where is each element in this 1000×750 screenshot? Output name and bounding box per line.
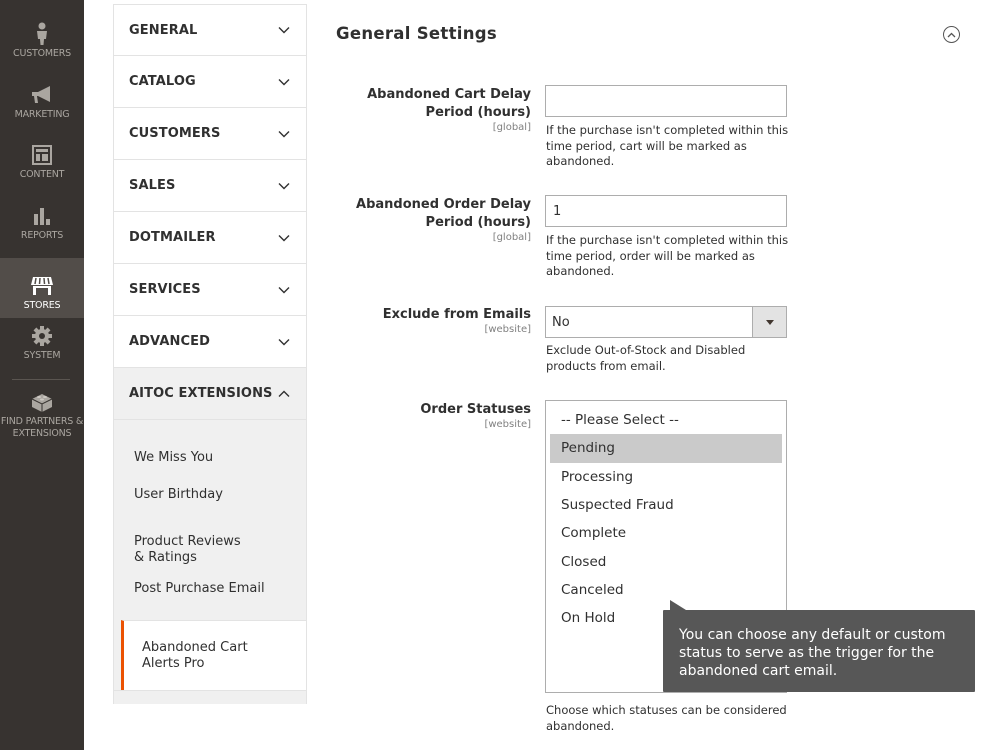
nav-item-find-partners[interactable]: Find Partners & Extensions: [0, 384, 84, 442]
order-delay-note: If the purchase isn't completed within t…: [546, 233, 789, 278]
chevron-down-icon: [278, 338, 290, 345]
chevron-down-icon: [278, 78, 290, 85]
layout-icon: [30, 143, 54, 167]
section-label: SERVICES: [129, 282, 201, 297]
status-option[interactable]: Complete: [550, 519, 782, 547]
config-nav-continuation: [113, 690, 307, 704]
tooltip-pointer: [670, 600, 686, 610]
nav-label: System: [23, 350, 61, 361]
nav-label: Reports: [20, 230, 64, 241]
dropdown-arrow-icon[interactable]: [752, 307, 786, 337]
config-section-dotmailer[interactable]: DOTMAILER: [113, 212, 307, 264]
collapse-section-button[interactable]: [943, 26, 960, 43]
status-option[interactable]: -- Please Select --: [550, 406, 782, 434]
status-option[interactable]: Processing: [550, 463, 782, 491]
cart-delay-input[interactable]: [545, 85, 787, 117]
field-label-text: Abandoned Cart Delay Period (hours): [367, 87, 531, 120]
section-title: General Settings: [336, 24, 498, 43]
config-section-sales[interactable]: SALES: [113, 160, 307, 212]
nav-label: Customers: [13, 48, 71, 59]
nav-label: Find Partners & Extensions: [0, 416, 84, 439]
subitem-abandoned-cart-alerts-pro[interactable]: Abandoned Cart Alerts Pro: [121, 620, 306, 690]
chevron-down-icon: [278, 234, 290, 241]
section-label: CATALOG: [129, 74, 196, 89]
config-section-advanced[interactable]: ADVANCED: [113, 316, 307, 368]
subitem-user-birthday[interactable]: User Birthday: [114, 476, 306, 514]
field-label-text: Order Statuses: [420, 402, 531, 417]
subitem-post-purchase-email[interactable]: Post Purchase Email: [114, 570, 306, 608]
section-label: DOTMAILER: [129, 230, 216, 245]
chevron-up-icon: [947, 32, 956, 37]
section-label: ADVANCED: [129, 334, 210, 349]
status-option-selected[interactable]: Pending: [550, 434, 782, 463]
lego-brick-icon: [30, 390, 54, 414]
order-delay-label: Abandoned Order Delay Period (hours) [gl…: [351, 196, 531, 244]
subitem-label: Abandoned Cart Alerts Pro: [142, 639, 248, 671]
nav-item-reports[interactable]: Reports: [0, 188, 84, 248]
nav-item-content[interactable]: Content: [0, 127, 84, 187]
select-value: No: [552, 314, 570, 330]
section-label: SALES: [129, 178, 176, 193]
config-sections-nav: GENERAL CATALOG CUSTOMERS SALES DOTMAILE…: [113, 4, 307, 704]
scope-label: [website]: [484, 419, 531, 430]
config-section-services[interactable]: SERVICES: [113, 264, 307, 316]
config-section-customers[interactable]: CUSTOMERS: [113, 108, 307, 160]
cart-delay-note: If the purchase isn't completed within t…: [546, 123, 789, 168]
section-label: CUSTOMERS: [129, 126, 221, 141]
scope-label: [website]: [484, 324, 531, 335]
chevron-up-icon: [278, 390, 290, 397]
order-statuses-note: Choose which statuses can be considered …: [546, 703, 787, 733]
nav-divider: [12, 379, 70, 380]
order-delay-input[interactable]: 1: [545, 195, 787, 227]
nav-label: Marketing: [14, 109, 70, 120]
chevron-down-icon: [278, 286, 290, 293]
gear-icon: [30, 324, 54, 348]
exclude-emails-select[interactable]: No: [545, 306, 787, 338]
subitem-label: We Miss You: [134, 450, 214, 465]
section-label: AITOC EXTENSIONS: [129, 386, 273, 401]
subitem-label: User Birthday: [134, 487, 223, 502]
aitoc-extensions-submenu: We Miss You User Birthday Product Review…: [113, 420, 307, 690]
scope-label: [global]: [492, 122, 531, 133]
status-option[interactable]: Closed: [550, 547, 782, 575]
nav-label: Content: [19, 169, 65, 180]
subitem-label: Post Purchase Email: [134, 581, 265, 596]
nav-item-marketing[interactable]: Marketing: [0, 67, 84, 127]
order-statuses-label: Order Statuses [website]: [321, 401, 531, 431]
status-option[interactable]: Suspected Fraud: [550, 491, 782, 519]
admin-sidebar: Customers Marketing Content Reports Stor…: [0, 0, 84, 750]
nav-item-system[interactable]: System: [0, 308, 84, 368]
status-option[interactable]: Canceled: [550, 576, 782, 604]
field-label-text: Abandoned Order Delay Period (hours): [356, 197, 531, 230]
exclude-emails-label: Exclude from Emails [website]: [321, 306, 531, 336]
customer-icon: [30, 22, 54, 46]
chevron-down-icon: [278, 182, 290, 189]
config-section-general[interactable]: GENERAL: [113, 4, 307, 56]
chevron-down-icon: [278, 130, 290, 137]
subitem-label: Product Reviews & Ratings: [134, 534, 241, 565]
megaphone-icon: [30, 83, 54, 107]
section-label: GENERAL: [129, 22, 198, 38]
help-tooltip: You can choose any default or custom sta…: [663, 610, 975, 692]
cart-delay-label: Abandoned Cart Delay Period (hours) [glo…: [321, 86, 531, 134]
field-label-text: Exclude from Emails: [382, 307, 531, 322]
nav-item-customers[interactable]: Customers: [0, 6, 84, 66]
exclude-emails-note: Exclude Out-of-Stock and Disabled produc…: [546, 343, 746, 373]
bar-chart-icon: [30, 204, 54, 228]
config-section-aitoc-extensions[interactable]: AITOC EXTENSIONS: [113, 368, 307, 420]
scope-label: [global]: [492, 232, 531, 243]
config-section-catalog[interactable]: CATALOG: [113, 56, 307, 108]
store-icon: [30, 274, 54, 298]
chevron-down-icon: [278, 27, 290, 34]
